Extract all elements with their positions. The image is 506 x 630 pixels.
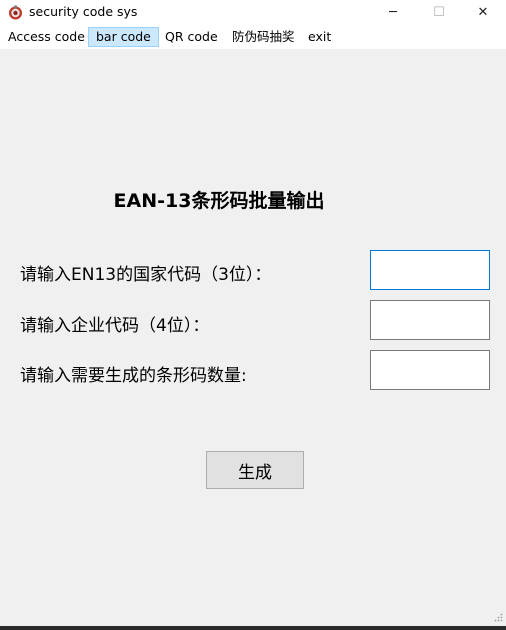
page-title: EAN-13条形码批量输出 [113,190,325,212]
quantity-input[interactable] [370,350,490,390]
menu-item-bar-code[interactable]: bar code [88,27,159,47]
window-bottom-edge [0,626,506,630]
country-code-input[interactable] [370,250,490,290]
title-bar: security code sys ─ ☐ ✕ [0,0,506,25]
menu-bar: Access code bar code QR code 防伪码抽奖 exit [0,25,506,49]
quantity-label: 请输入需要生成的条形码数量: [20,366,247,386]
menu-item-access-code[interactable]: Access code [1,27,92,47]
company-code-input[interactable] [370,300,490,340]
menu-item-anti-fake-lottery[interactable]: 防伪码抽奖 [225,27,302,47]
company-code-label: 请输入企业代码（4位）： [20,316,210,336]
maximize-button[interactable]: ☐ [416,0,462,25]
app-logo-icon [9,5,22,20]
close-button[interactable]: ✕ [460,0,506,25]
window-title: security code sys [29,4,138,19]
menu-item-qr-code[interactable]: QR code [158,27,225,47]
resize-grip-icon[interactable] [493,612,503,622]
minimize-button[interactable]: ─ [370,0,416,25]
generate-button[interactable]: 生成 [206,451,304,489]
menu-item-exit[interactable]: exit [301,27,338,47]
country-code-label: 请输入EN13的国家代码（3位）： [20,265,272,285]
